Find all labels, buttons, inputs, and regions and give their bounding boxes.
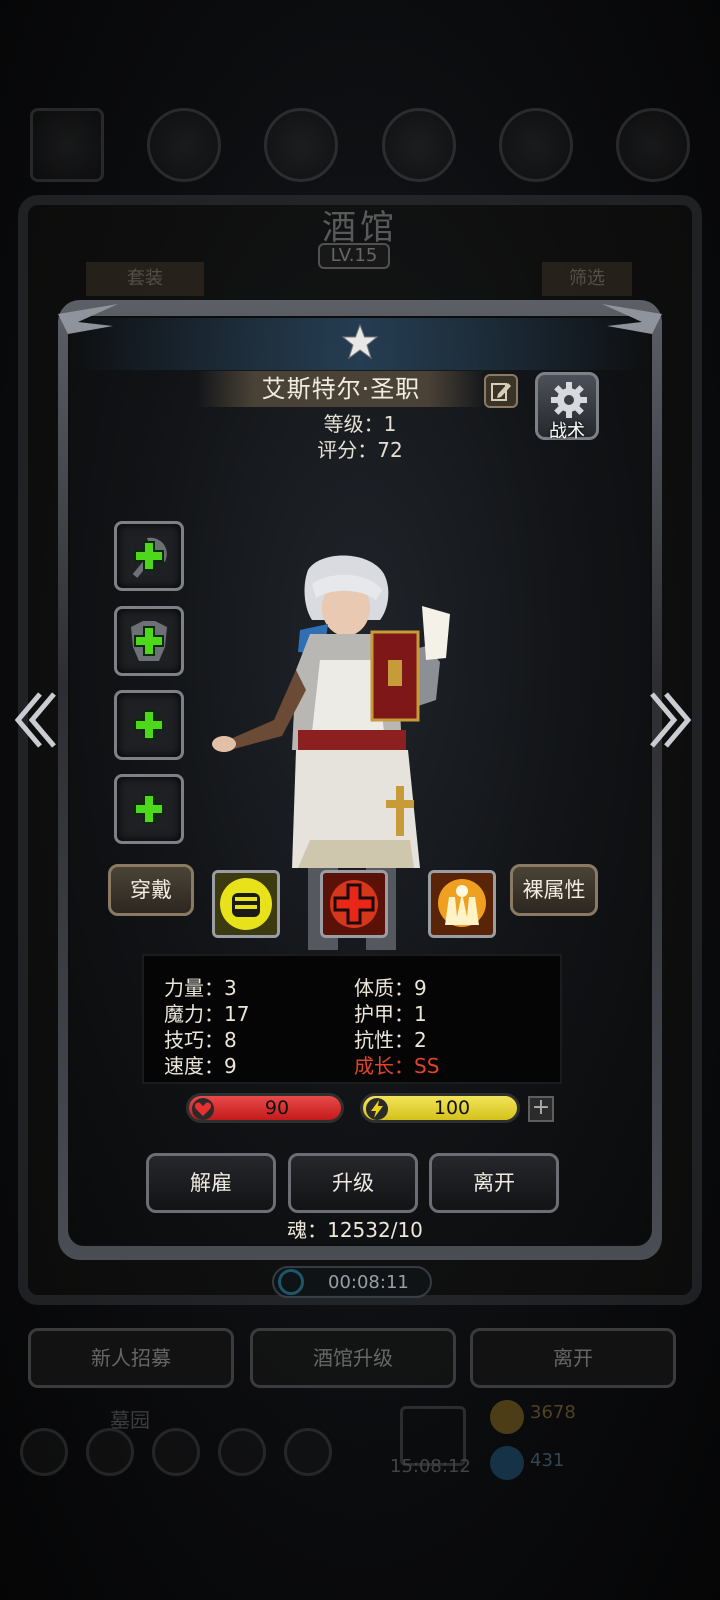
menu-icon[interactable]	[20, 1428, 68, 1476]
top-icon-bar	[30, 108, 690, 188]
stat-constitution: 体质：9	[354, 976, 427, 1000]
skill-slot-3[interactable]	[428, 870, 496, 938]
stat-speed: 速度：9	[164, 1054, 237, 1078]
pouch-icon[interactable]	[264, 108, 339, 182]
heal-cross-icon	[323, 873, 385, 935]
fist-icon	[215, 873, 277, 935]
rename-button[interactable]	[484, 374, 518, 408]
bare-stats-button[interactable]: 裸属性	[510, 864, 598, 916]
add-equipment-plus-icon	[134, 794, 164, 824]
menu-icon[interactable]	[86, 1428, 134, 1476]
tavern-leave-button[interactable]: 离开	[470, 1328, 676, 1388]
previous-hero-arrow-icon[interactable]	[10, 690, 58, 750]
energy-value: 100	[433, 1097, 471, 1119]
star-icon	[341, 323, 379, 360]
add-equipment-plus-icon	[134, 710, 164, 740]
hp-value: 90	[264, 1097, 290, 1119]
stat-magic: 魔力：17	[164, 1002, 250, 1026]
skill-slot-1[interactable]	[212, 870, 280, 938]
accessory-slot-2[interactable]	[114, 774, 184, 844]
armor-slot[interactable]	[114, 606, 184, 676]
wear-button[interactable]: 穿戴	[108, 864, 194, 916]
filter-tab[interactable]: 筛选	[542, 262, 632, 296]
quest-icon[interactable]	[30, 108, 104, 182]
energy-bar: 100	[360, 1093, 520, 1123]
hero-name: 艾斯特尔·圣职	[197, 371, 485, 407]
frame-ornament-left	[58, 304, 118, 334]
hand-icon[interactable]	[498, 108, 573, 182]
tavern-title: 酒馆	[322, 208, 398, 248]
menu-icon[interactable]	[218, 1428, 266, 1476]
recruit-button[interactable]: 新人招募	[28, 1328, 234, 1388]
weapon-slot[interactable]	[114, 521, 184, 591]
hero-score: 评分：72	[317, 438, 403, 462]
stat-growth: 成长：SS	[354, 1054, 440, 1078]
next-hero-arrow-icon[interactable]	[648, 690, 696, 750]
timer-text: 00:08:11	[328, 1271, 409, 1293]
tavern-upgrade-button[interactable]: 酒馆升级	[250, 1328, 456, 1388]
edit-pencil-icon	[491, 383, 511, 401]
timer-icon	[278, 1269, 304, 1295]
stat-strength: 力量：3	[164, 976, 237, 1000]
scroll-icon[interactable]	[615, 108, 690, 182]
set-tab[interactable]: 套装	[86, 262, 204, 296]
add-equipment-plus-icon	[134, 541, 164, 571]
add-energy-button[interactable]: +	[528, 1096, 554, 1122]
bottom-bar: 墓园 15:08:12 3678 431	[0, 1400, 720, 1500]
forge-icon[interactable]	[147, 108, 222, 182]
gold-coin-icon	[490, 1400, 524, 1434]
gem-icon	[490, 1446, 524, 1480]
hp-bar: 90	[186, 1093, 344, 1123]
stat-resistance: 抗性：2	[354, 1028, 427, 1052]
dismiss-button[interactable]: 解雇	[146, 1153, 276, 1213]
menu-icon[interactable]	[284, 1428, 332, 1476]
leave-button[interactable]: 离开	[429, 1153, 559, 1213]
stats-panel: 力量：3 魔力：17 技巧：8 速度：9 体质：9 护甲：1 抗性：2 成长：S…	[142, 954, 562, 1084]
tavern-level: LV.15	[318, 243, 390, 269]
upgrade-button[interactable]: 升级	[288, 1153, 418, 1213]
clock-text: 15:08:12	[390, 1456, 471, 1477]
soul-counter: 魂：12532/10	[287, 1218, 423, 1242]
holy-hands-icon	[431, 873, 493, 935]
add-equipment-plus-icon	[134, 626, 164, 656]
skill-slot-2[interactable]	[320, 870, 388, 938]
gem-amount: 431	[530, 1450, 565, 1471]
frame-ornament-right	[602, 304, 662, 334]
hero-level: 等级：1	[323, 412, 397, 436]
accessory-slot-1[interactable]	[114, 690, 184, 760]
gold-amount: 3678	[530, 1402, 576, 1423]
stat-skill: 技巧：8	[164, 1028, 237, 1052]
stat-armor: 护甲：1	[354, 1002, 427, 1026]
menu-icon[interactable]	[152, 1428, 200, 1476]
recruit-timer: 00:08:11	[272, 1266, 432, 1298]
bottom-menu	[20, 1428, 332, 1476]
book-icon[interactable]	[381, 108, 456, 182]
